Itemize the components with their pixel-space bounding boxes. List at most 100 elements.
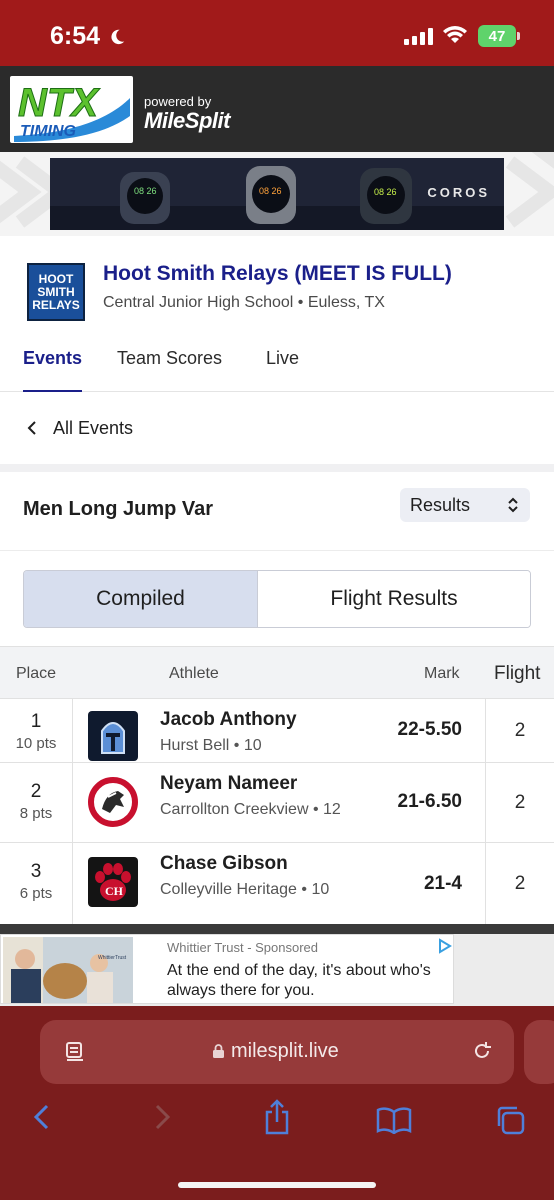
place-points: 6 pts (19, 885, 53, 902)
event-title: Men Long Jump Var (23, 498, 214, 520)
powered-by-milesplit: powered by MileSplit (144, 94, 230, 134)
results-select-value: Results (410, 494, 471, 515)
place-number: 1 (30, 711, 42, 732)
safari-bottom-bar: milesplit.live (0, 1006, 554, 1200)
meet-logo-line-3: RELAYS (32, 298, 80, 312)
clock-text: 6:54 (50, 22, 101, 50)
site-header: NTX TIMING powered by MileSplit (0, 66, 554, 152)
forward-icon[interactable] (150, 1102, 174, 1132)
place-points: 8 pts (19, 805, 53, 822)
ad-sponsor-name: Whittier Trust (167, 940, 244, 955)
mark-value: 21-6.50 (397, 791, 462, 812)
mustang-icon (88, 777, 138, 827)
section-divider (0, 464, 554, 472)
compiled-button[interactable]: Compiled (24, 571, 258, 627)
view-toggle-section: Compiled Flight Results (0, 550, 554, 646)
header-flight: Flight (494, 663, 541, 684)
banner-ad-area: 08 26 08 26 08 26 COROS (0, 152, 554, 236)
place-cell: 1 10 pts (0, 699, 73, 762)
watch-readout-1: 08 26 (134, 186, 157, 196)
paw-ch-icon: CH (88, 857, 138, 907)
reload-icon[interactable] (470, 1039, 494, 1063)
tab-events[interactable]: Events (23, 348, 83, 393)
adchoices-icon[interactable] (437, 938, 453, 954)
athlete-name[interactable]: Jacob Anthony (160, 709, 297, 731)
place-points: 10 pts (15, 735, 57, 752)
meet-location: Central Junior High School • Euless, TX (103, 294, 385, 311)
place-cell: 3 6 pts (0, 843, 73, 924)
header-place: Place (16, 665, 57, 682)
place-cell: 2 8 pts (0, 763, 73, 842)
status-bar: 6:54 47 (0, 0, 554, 66)
ntx-timing-text: TIMING (20, 123, 76, 140)
flight-value: 2 (485, 843, 554, 924)
athlete-school: Hurst Bell • 10 (160, 737, 262, 754)
powered-by-label: powered by (144, 94, 212, 109)
place-number: 2 (30, 781, 42, 802)
table-header: Place Athlete Mark Flight (0, 646, 554, 698)
meet-logo: HOOT SMITH RELAYS (27, 263, 85, 321)
mark-value: 21-4 (423, 873, 462, 894)
home-indicator (178, 1182, 376, 1188)
all-events-link[interactable]: All Events (0, 392, 554, 464)
chevron-left-icon (27, 421, 36, 435)
athlete-school: Carrollton Creekview • 12 (160, 801, 341, 818)
header-mark: Mark (424, 665, 460, 682)
milesplit-logo-text: MileSplit (144, 108, 230, 133)
flight-value: 2 (485, 699, 554, 762)
tabs-icon[interactable] (494, 1104, 526, 1136)
battery-icon: 47 (478, 25, 520, 47)
lock-icon (213, 1044, 224, 1058)
table-row[interactable]: 2 8 pts Neyam Nameer Carrollton Creekvie… (0, 762, 554, 842)
back-icon[interactable] (30, 1102, 54, 1132)
athlete-name[interactable]: Chase Gibson (160, 853, 288, 875)
sponsored-ad: WhittierTrust Whittier Trust - Sponsored… (0, 934, 554, 1006)
athlete-school: Colleyville Heritage • 10 (160, 881, 330, 898)
athlete-name[interactable]: Neyam Nameer (160, 773, 297, 795)
watch-readout-2: 08 26 (259, 186, 282, 196)
moon-icon (111, 29, 125, 44)
header-athlete: Athlete (169, 665, 219, 682)
table-row[interactable]: 3 6 pts CH Chase Gibson Colleyville Heri… (0, 842, 554, 924)
ntx-logo-text: NTX (18, 81, 100, 125)
mark-value: 22-5.50 (397, 719, 462, 740)
ad-photo: WhittierTrust (3, 937, 133, 1003)
next-tab-preview[interactable] (524, 1020, 554, 1084)
results-view-select[interactable]: Results (400, 488, 530, 522)
ad-photo-caption: WhittierTrust (98, 955, 127, 961)
place-number: 3 (30, 861, 42, 882)
flight-value: 2 (485, 763, 554, 842)
ntx-logo-graphic: NTX TIMING (14, 81, 130, 142)
svg-text:CH: CH (105, 884, 124, 898)
battery-level: 47 (488, 27, 506, 45)
event-header: Men Long Jump Var Results (0, 472, 554, 550)
meet-title[interactable]: Hoot Smith Relays (MEET IS FULL) (103, 262, 452, 286)
knight-helmet-icon (88, 711, 138, 761)
tab-team-scores[interactable]: Team Scores (117, 348, 222, 392)
watch-readout-3: 08 26 (374, 187, 397, 197)
share-icon[interactable] (262, 1098, 292, 1136)
table-row[interactable]: 1 10 pts Jacob Anthony Hurst Bell • 10 2… (0, 698, 554, 762)
address-bar[interactable]: milesplit.live (40, 1020, 514, 1084)
bookmarks-icon[interactable] (376, 1106, 412, 1134)
ad-sponsored-label: Sponsored (255, 940, 319, 955)
meet-tabs: Events Team Scores Live (0, 348, 554, 393)
meet-header: HOOT SMITH RELAYS Hoot Smith Relays (MEE… (0, 236, 554, 393)
chevron-up-down-icon (508, 497, 518, 513)
ntx-timing-logo[interactable]: NTX TIMING (10, 76, 133, 143)
ad-copy: At the end of the day, it's about who's … (167, 962, 431, 999)
status-time: 6:54 (50, 22, 126, 51)
flight-results-button[interactable]: Flight Results (258, 571, 530, 627)
whittier-trust-ad-card[interactable]: WhittierTrust Whittier Trust - Sponsored… (0, 934, 454, 1004)
cellular-signal-icon (404, 27, 433, 45)
coros-ad-banner[interactable]: 08 26 08 26 08 26 COROS (50, 158, 504, 230)
all-events-label: All Events (53, 418, 134, 438)
ad-divider (0, 924, 554, 934)
reader-mode-icon[interactable] (64, 1041, 86, 1063)
ad-sponsor-line: Whittier Trust - Sponsored (167, 940, 319, 955)
url-domain: milesplit.live (231, 1040, 339, 1062)
coros-brand-label: COROS (427, 185, 490, 200)
wifi-icon (443, 26, 467, 43)
compiled-flight-toggle: Compiled Flight Results (23, 570, 531, 628)
tab-live[interactable]: Live (266, 348, 299, 392)
